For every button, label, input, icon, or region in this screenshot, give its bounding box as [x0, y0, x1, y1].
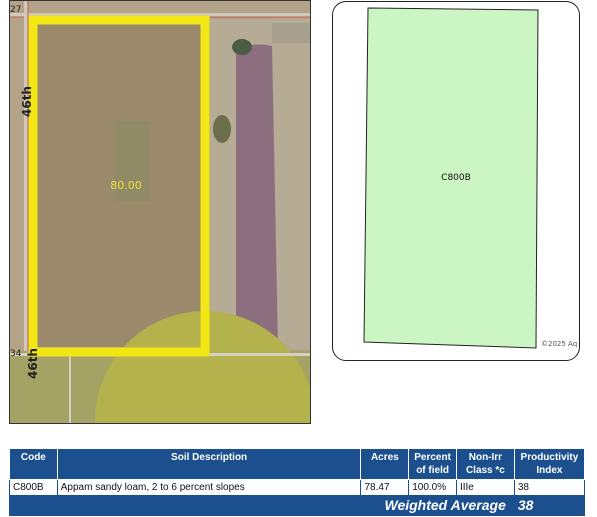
header-productivity: Productivity Index — [513, 448, 586, 480]
tree-cluster-north — [232, 39, 252, 55]
header-class: Non-Irr Class *c — [455, 448, 515, 480]
farmstead — [272, 23, 310, 43]
weighted-average-value: 38 — [513, 495, 586, 516]
cell-class: IIIe — [455, 479, 515, 496]
aerial-imagery — [10, 1, 310, 423]
weighted-average-row: Weighted Average 38 — [9, 495, 586, 516]
cell-acres: 78.47 — [360, 479, 410, 496]
cell-code: C800B — [9, 479, 58, 496]
road-label-upper: 46th — [20, 86, 34, 117]
road-number-top: 27 — [10, 5, 22, 15]
header-percent: Percent of field — [408, 448, 457, 480]
field-acres-label: 80.00 — [110, 179, 142, 192]
cell-productivity: 38 — [513, 479, 586, 496]
soil-table: Code Soil Description Acres Percent of f… — [9, 448, 586, 516]
header-code: Code — [9, 448, 58, 480]
soil-map-panel: C800B ©2025 Aq — [332, 1, 580, 361]
copyright-text: ©2025 Aq — [541, 340, 578, 348]
cell-percent: 100.0% — [408, 479, 457, 496]
header-acres: Acres — [360, 448, 410, 480]
weighted-average-label: Weighted Average — [9, 495, 515, 516]
road-label-lower: 46th — [26, 348, 40, 379]
purple-crop-strip — [236, 44, 278, 346]
road-number-bottom: 34 — [10, 349, 22, 359]
header-description: Soil Description — [56, 448, 362, 480]
aerial-map: 27 34 46th 46th 80.00 — [9, 0, 311, 424]
tree-cluster-middle — [213, 115, 231, 143]
table-header-row: Code Soil Description Acres Percent of f… — [9, 448, 586, 480]
soil-unit-label: C800B — [441, 173, 471, 183]
cell-description: Appam sandy loam, 2 to 6 percent slopes — [56, 479, 362, 496]
table-row: C800B Appam sandy loam, 2 to 6 percent s… — [9, 479, 586, 496]
